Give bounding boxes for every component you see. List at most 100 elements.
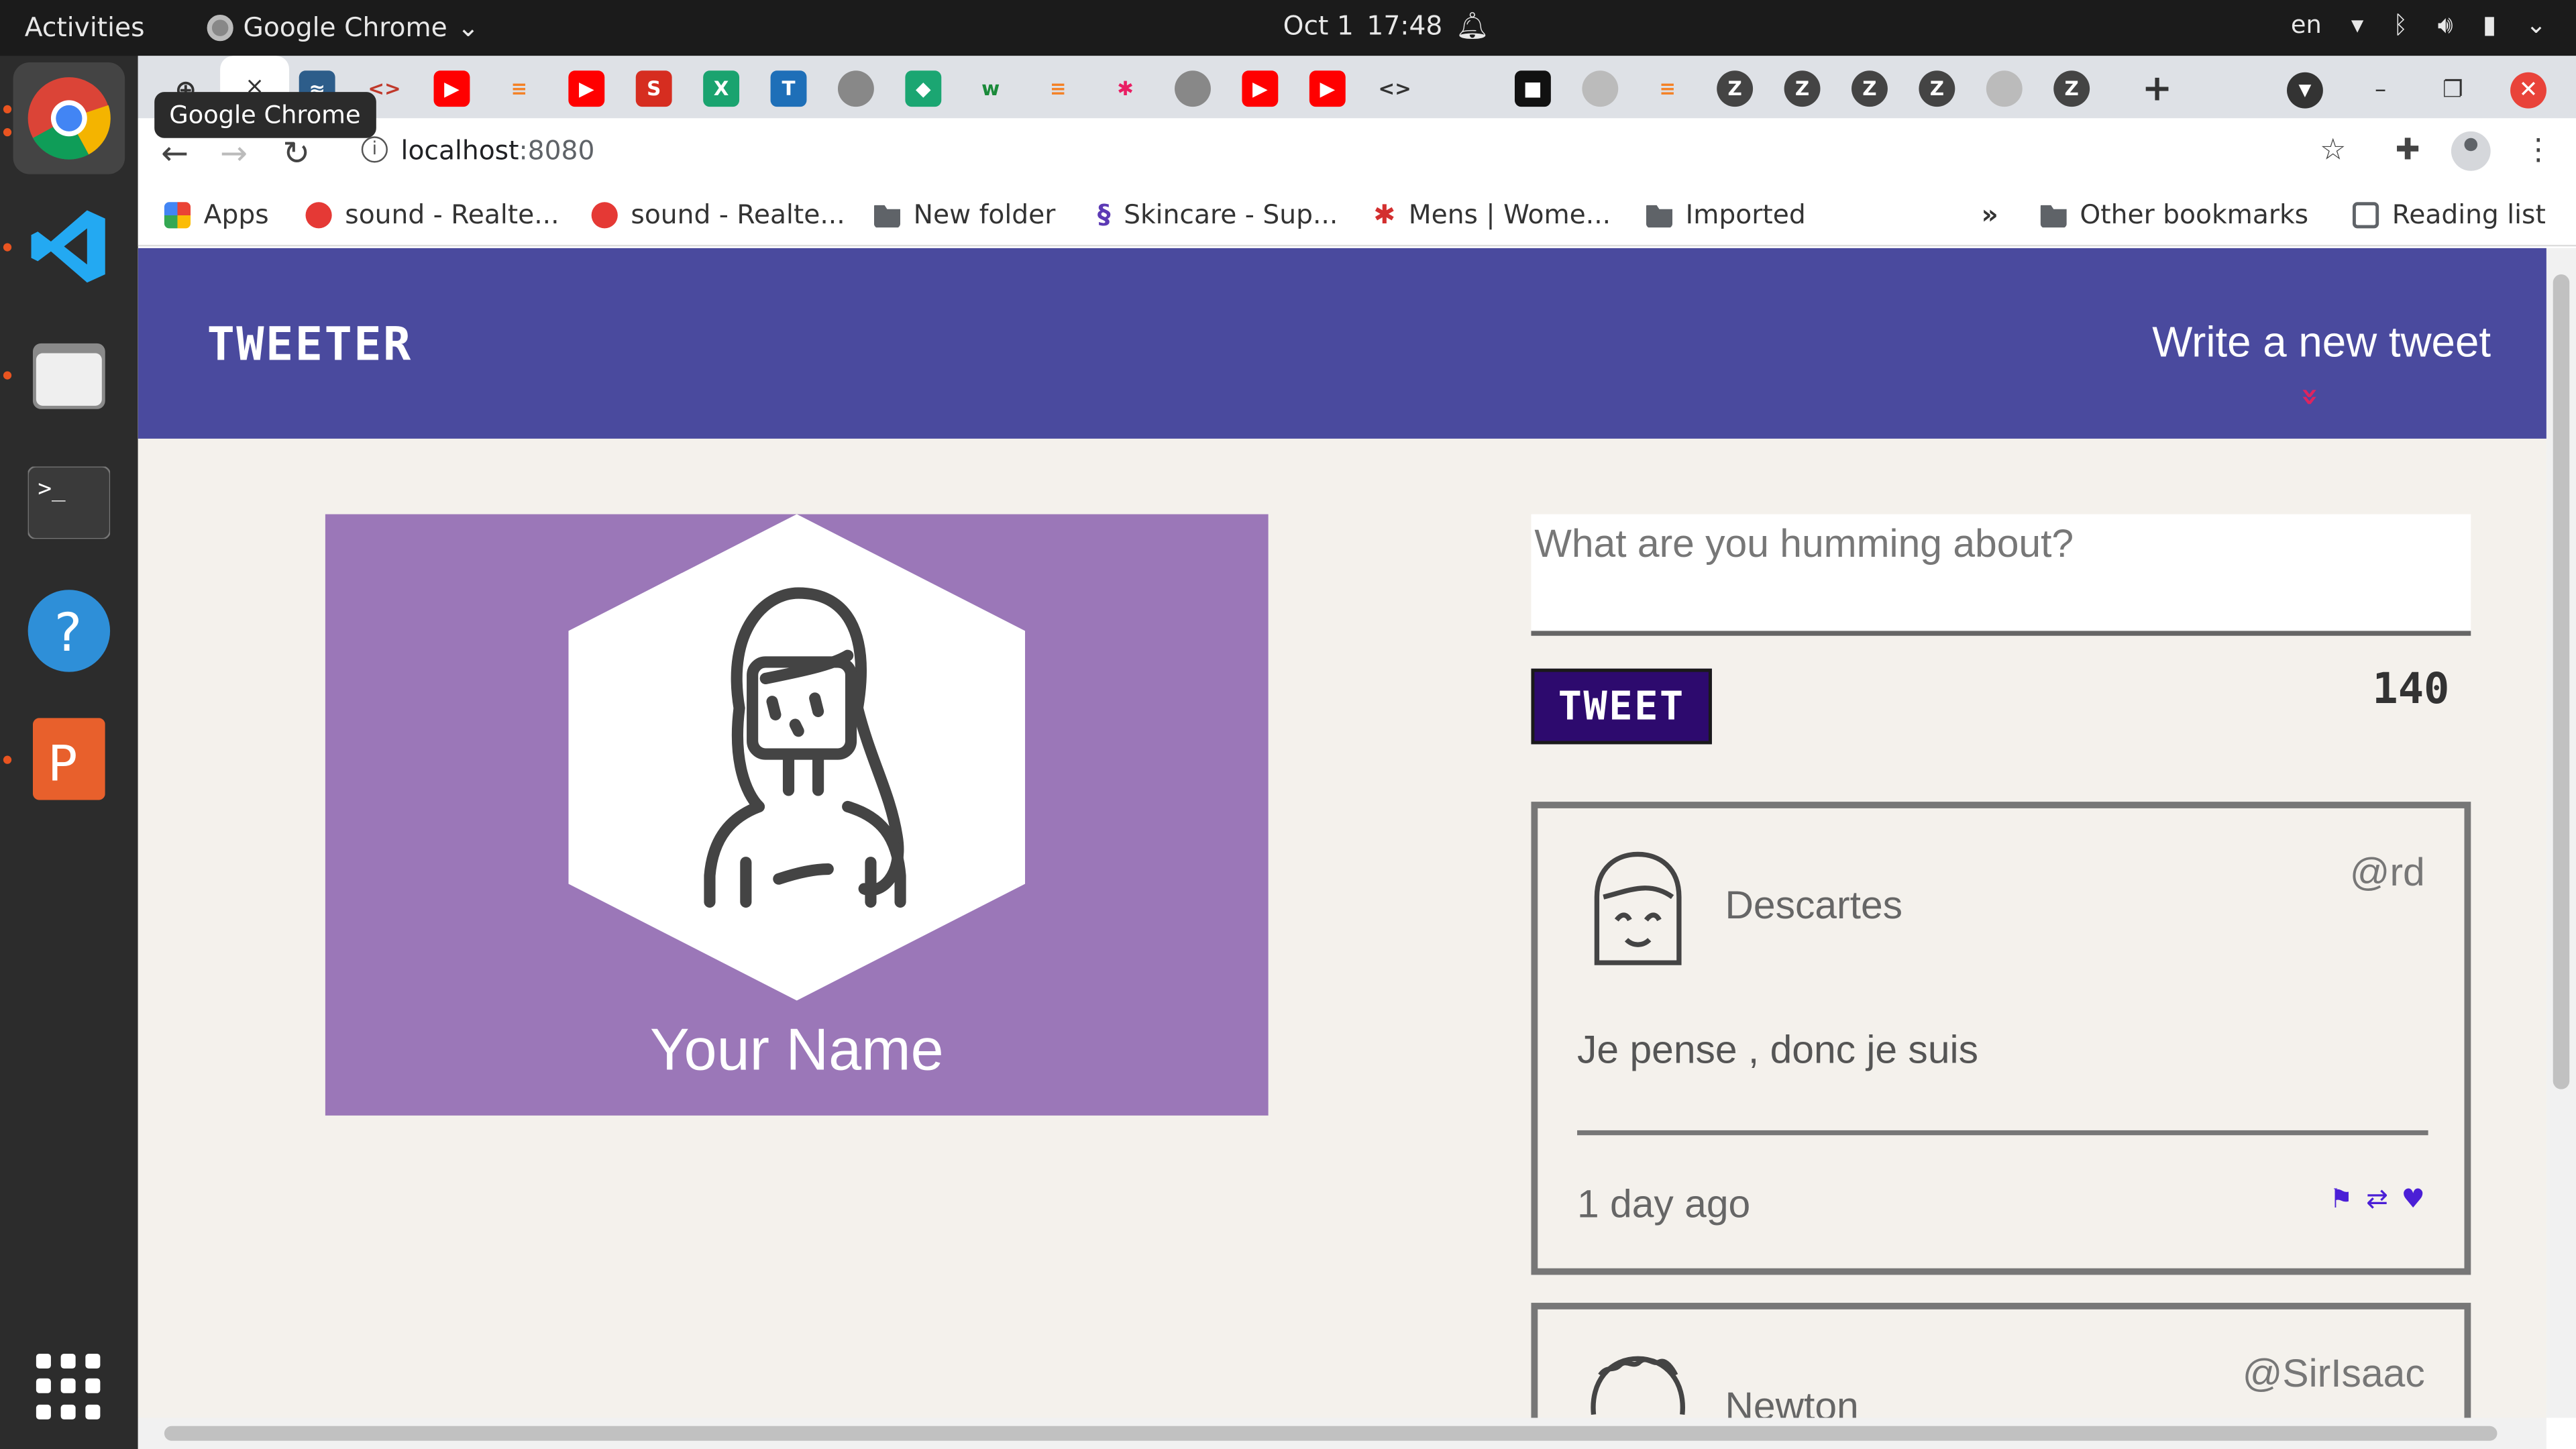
tab-globe-icon[interactable] xyxy=(1175,70,1211,107)
clock[interactable]: Oct 1 17:48 🔔︎ xyxy=(1283,10,1489,42)
running-indicator xyxy=(3,105,12,113)
tab-dark-icon[interactable]: ■ xyxy=(1514,70,1551,107)
tab-globe-icon[interactable] xyxy=(837,70,874,107)
info-icon[interactable]: i xyxy=(361,136,388,163)
forward-arrow-icon[interactable]: → xyxy=(220,133,248,172)
tab-github-icon[interactable] xyxy=(1986,70,2023,107)
other-bookmarks[interactable]: Other bookmarks xyxy=(2040,199,2308,230)
profile-card: Your Name xyxy=(325,514,1269,1116)
tab-tt-icon[interactable]: T xyxy=(770,70,807,107)
folder-icon xyxy=(1646,205,1673,228)
dock: >_ ? P xyxy=(0,56,138,1449)
app-menu[interactable]: Google Chrome ⌄ xyxy=(207,11,479,43)
restore-icon[interactable]: ❐ xyxy=(2434,72,2471,109)
tab-shield-icon[interactable]: ◆ xyxy=(905,70,942,107)
running-indicator xyxy=(3,243,12,252)
dock-vscode[interactable] xyxy=(13,191,125,303)
tab-z-icon[interactable]: Z xyxy=(1784,70,1821,107)
flag-icon[interactable]: ⚑ xyxy=(2329,1183,2353,1214)
tweet-timestamp: 1 day ago xyxy=(1577,1183,1751,1228)
profile-avatar-icon[interactable] xyxy=(2451,131,2491,171)
tab-youtube-icon[interactable]: ▶ xyxy=(568,70,605,107)
language-indicator[interactable]: en xyxy=(2291,10,2322,40)
bookmark-item[interactable]: ✱ Mens | Wome... xyxy=(1373,199,1611,230)
bookmark-item[interactable]: § Skincare - Sup... xyxy=(1097,199,1338,230)
user-avatar-icon xyxy=(704,587,906,908)
tray-chevron-icon: ⌄ xyxy=(2526,9,2546,40)
bookmark-label: Imported xyxy=(1685,199,1806,230)
url-host: localhost xyxy=(400,134,519,166)
horizontal-scroll-thumb[interactable] xyxy=(164,1426,2498,1441)
tab-z-icon[interactable]: Z xyxy=(1919,70,1955,107)
minimize-icon[interactable]: – xyxy=(2363,72,2399,109)
web-page: TWEETER Write a new tweet » Your Name Wh… xyxy=(138,248,2546,1418)
folder-icon xyxy=(2040,205,2067,228)
bookmarks-overflow-icon[interactable]: » xyxy=(1981,199,1998,230)
ask-icon xyxy=(591,201,618,228)
extensions-puzzle-icon[interactable]: ✚ xyxy=(2396,133,2420,167)
bookmark-label: Apps xyxy=(203,199,269,230)
write-new-tweet-link[interactable]: Write a new tweet xyxy=(2152,317,2491,368)
dock-impress[interactable]: P xyxy=(13,703,125,815)
heart-icon[interactable]: ♥ xyxy=(2402,1183,2425,1214)
activities-button[interactable]: Activities xyxy=(25,11,145,43)
url-port: :8080 xyxy=(519,134,595,166)
tab-youtube-icon[interactable]: ▶ xyxy=(1242,70,1279,107)
grid-dot-icon xyxy=(36,1379,51,1394)
tab-youtube-icon[interactable]: ▶ xyxy=(433,70,470,107)
tab-z-icon[interactable]: Z xyxy=(2053,70,2090,107)
tab-z-icon[interactable]: Z xyxy=(1851,70,1888,107)
tweet-textarea[interactable]: What are you humming about? xyxy=(1531,514,2471,636)
dock-terminal[interactable]: >_ xyxy=(13,447,125,559)
grid-dot-icon xyxy=(60,1379,76,1394)
new-tab-icon[interactable]: + xyxy=(2139,68,2176,109)
tab-asterisk-icon[interactable]: ✱ xyxy=(1108,70,1144,107)
back-arrow-icon[interactable]: ← xyxy=(161,133,189,172)
address-bar[interactable]: localhost:8080 xyxy=(401,135,595,166)
tab-code-icon[interactable]: <> xyxy=(1377,70,1413,107)
tab-stackoverflow-icon[interactable]: ≡ xyxy=(1040,70,1076,107)
tab-search-dropdown-icon[interactable]: ▼ xyxy=(2287,72,2323,109)
double-chevron-down-icon[interactable]: » xyxy=(2292,387,2326,407)
svg-text:P: P xyxy=(48,735,77,792)
bookmark-item[interactable]: sound - Realte... xyxy=(305,199,559,230)
tab-s-icon[interactable]: S xyxy=(635,70,672,107)
bookmark-folder[interactable]: New folder xyxy=(873,199,1055,230)
vertical-scrollbar[interactable] xyxy=(2546,248,2576,1418)
reload-icon[interactable]: ↻ xyxy=(282,133,310,172)
dock-files[interactable] xyxy=(13,319,125,431)
running-indicator xyxy=(3,755,12,764)
tab-stackoverflow-icon[interactable]: ≡ xyxy=(1650,70,1686,107)
tab-youtube-icon[interactable]: ▶ xyxy=(1309,70,1346,107)
svg-text:>_: >_ xyxy=(38,476,66,502)
dock-chrome[interactable] xyxy=(13,62,125,174)
bookmark-apps[interactable]: Apps xyxy=(164,199,269,230)
folder-icon xyxy=(873,205,901,228)
tab-stackoverflow-icon[interactable]: ≡ xyxy=(501,70,537,107)
horizontal-scrollbar[interactable] xyxy=(138,1417,2546,1449)
tweet-button[interactable]: TWEET xyxy=(1531,668,1712,745)
tab-z-icon[interactable]: Z xyxy=(1717,70,1754,107)
show-applications-button[interactable] xyxy=(36,1353,102,1419)
tab-w-icon[interactable]: w xyxy=(973,70,1009,107)
bookmark-item[interactable]: sound - Realte... xyxy=(591,199,845,230)
char-counter: 140 xyxy=(2372,665,2450,715)
terminal-icon: >_ xyxy=(28,466,111,539)
bookmark-star-icon[interactable]: ☆ xyxy=(2320,133,2347,167)
system-tray[interactable]: en ▾ ᛒ 🔊︎ ▮ ⌄ xyxy=(2291,10,2546,40)
vertical-scroll-thumb[interactable] xyxy=(2553,274,2570,1089)
tab-x-icon[interactable]: X xyxy=(703,70,740,107)
reading-list[interactable]: Reading list xyxy=(2352,199,2546,230)
reading-list-icon xyxy=(2352,201,2379,228)
bell-icon: 🔔︎ xyxy=(1455,9,1489,42)
dock-help[interactable]: ? xyxy=(13,575,125,687)
close-window-icon[interactable]: ✕ xyxy=(2510,72,2546,109)
bookmark-folder[interactable]: Imported xyxy=(1646,199,1806,230)
retweet-icon[interactable]: ⇄ xyxy=(2366,1183,2388,1214)
tweet-avatar-icon xyxy=(1591,1356,1685,1415)
tweet-card: Descartes @rd Je pense , donc je suis 1 … xyxy=(1531,802,2471,1275)
brand-logo[interactable]: TWEETER xyxy=(207,317,413,372)
kebab-menu-icon[interactable]: ⋮ xyxy=(2524,133,2553,167)
svg-text:?: ? xyxy=(54,602,83,663)
tab-github-icon[interactable] xyxy=(1582,70,1619,107)
